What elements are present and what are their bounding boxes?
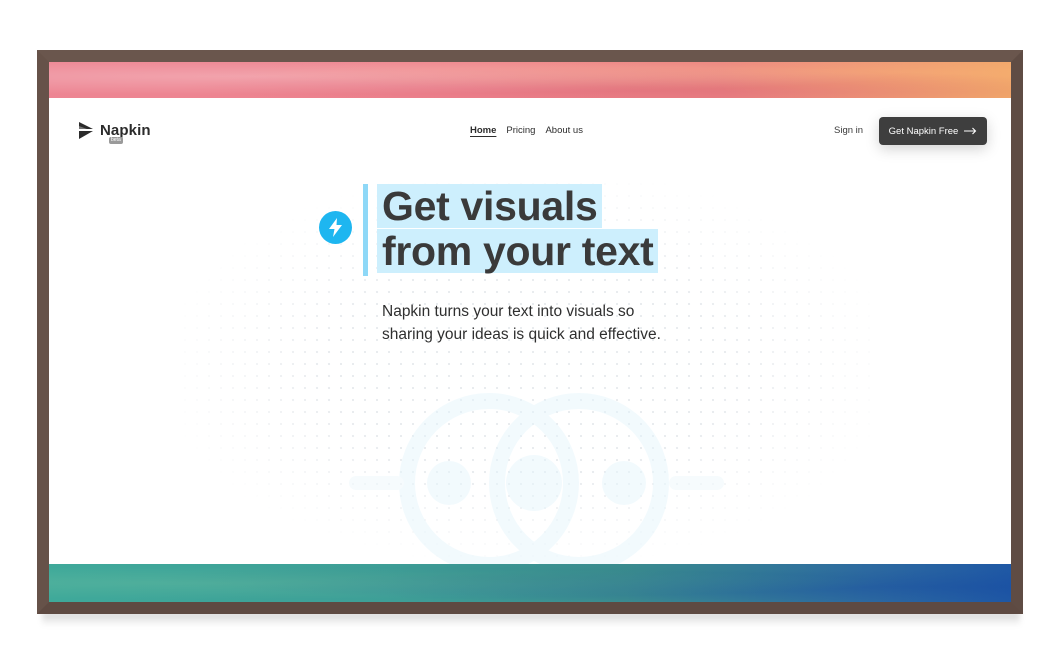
hero-subtitle: Napkin turns your text into visuals so s… xyxy=(382,303,661,343)
sign-in-link[interactable]: Sign in xyxy=(834,125,863,136)
napkin-homepage: Napkin beta Home Pricing About us Sign i… xyxy=(49,98,1011,564)
frame-shadow xyxy=(42,612,1020,626)
nav-link-home[interactable]: Home xyxy=(470,125,496,136)
napkin-logo-icon xyxy=(79,122,93,139)
faded-illustration xyxy=(349,393,724,564)
beta-badge: beta xyxy=(109,137,123,144)
watercolor-bottom-band xyxy=(49,564,1011,602)
lightning-bolt-icon xyxy=(319,211,352,244)
arrow-right-icon xyxy=(964,127,977,135)
hero-accent-bar xyxy=(363,184,368,276)
nav-link-about-us[interactable]: About us xyxy=(545,125,583,136)
navbar: Napkin beta Home Pricing About us Sign i… xyxy=(49,98,1011,166)
hero-title-line-2: from your text xyxy=(377,229,659,273)
cta-label: Get Napkin Free xyxy=(888,125,959,137)
hero-title-line-1: Get visuals xyxy=(377,184,603,228)
get-napkin-free-button[interactable]: Get Napkin Free xyxy=(879,117,987,145)
watercolor-top-band xyxy=(49,62,1011,98)
brand-name: Napkin xyxy=(100,122,151,139)
nav-link-pricing[interactable]: Pricing xyxy=(506,125,535,136)
picture-frame: Napkin beta Home Pricing About us Sign i… xyxy=(37,50,1023,614)
nav-links: Home Pricing About us xyxy=(470,125,583,136)
